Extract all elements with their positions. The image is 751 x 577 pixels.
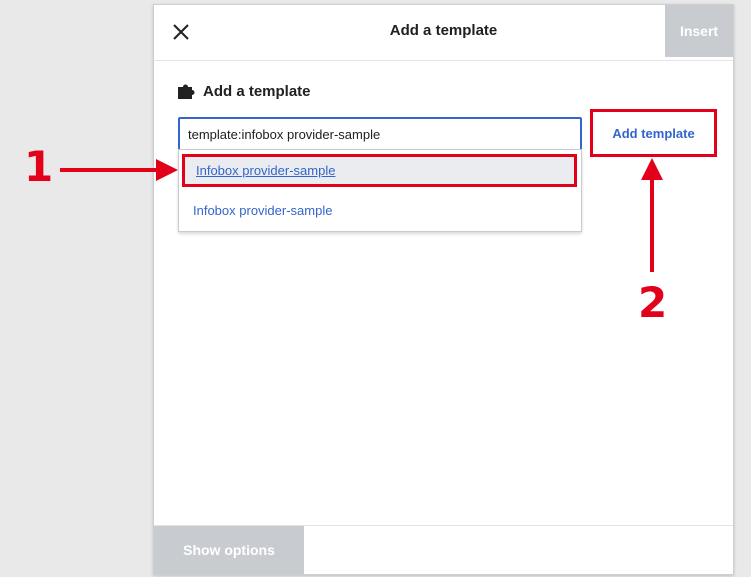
- insert-button[interactable]: Insert: [665, 5, 733, 57]
- section-heading-label: Add a template: [203, 83, 311, 100]
- add-template-button[interactable]: Add template: [590, 109, 717, 157]
- dialog-header: Add a template Insert: [154, 5, 733, 61]
- callout-number-2: 2: [638, 278, 668, 327]
- show-options-button[interactable]: Show options: [154, 526, 304, 574]
- template-search-input[interactable]: [178, 117, 582, 151]
- suggestions-dropdown: Infobox provider-sample Infobox provider…: [178, 149, 582, 232]
- puzzle-piece-icon: [178, 84, 197, 99]
- suggestion-item[interactable]: Infobox provider-sample: [179, 192, 581, 228]
- suggestion-item[interactable]: Infobox provider-sample: [182, 154, 577, 187]
- dialog-title: Add a template: [389, 22, 498, 39]
- section-heading: Add a template: [178, 83, 311, 100]
- dialog-footer: Show options: [154, 525, 733, 574]
- callout-number-1: 1: [24, 142, 54, 191]
